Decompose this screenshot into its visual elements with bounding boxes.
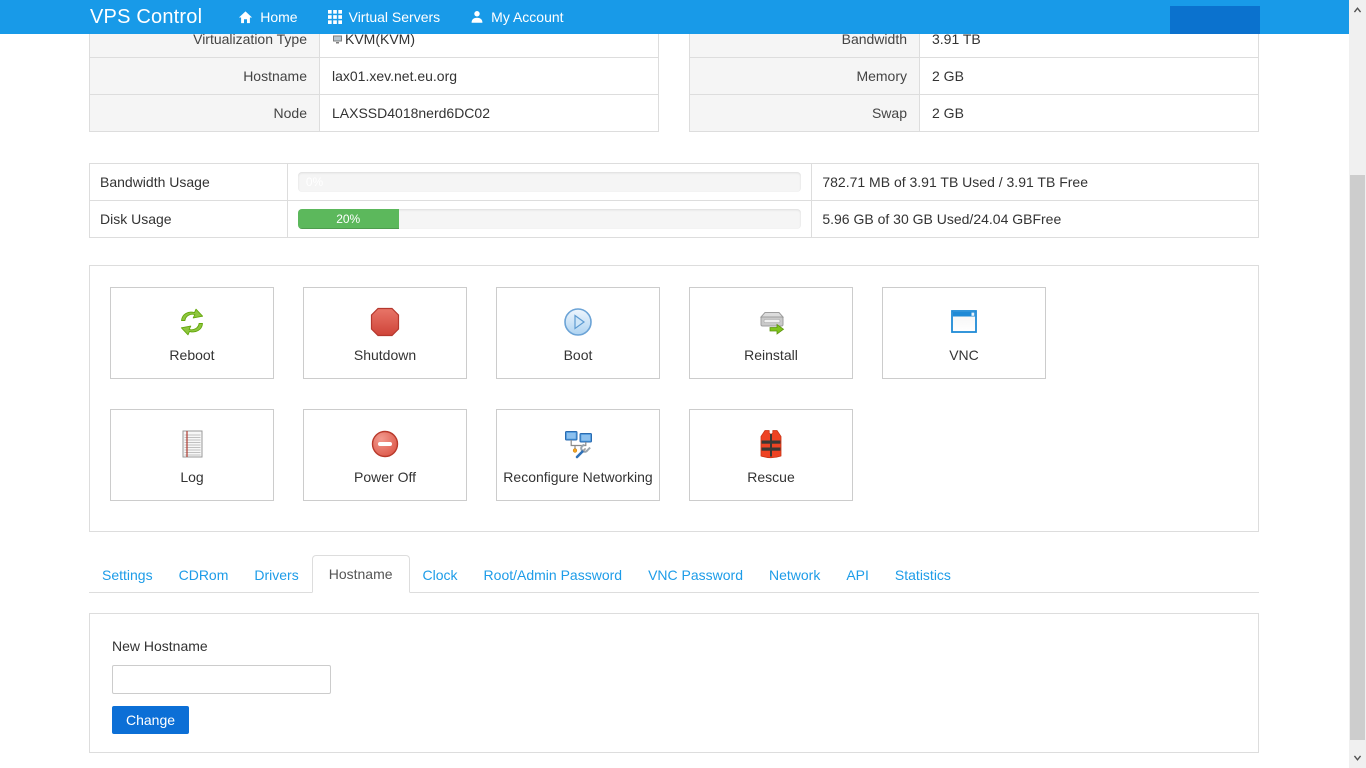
disk-usage-detail: 5.96 GB of 30 GB Used/24.04 GBFree <box>812 201 1259 238</box>
server-info-tables: Virtualization Type KVM(KVM) Hostname la… <box>89 20 1259 132</box>
tab-cdrom[interactable]: CDRom <box>166 557 242 593</box>
table-row: Hostname lax01.xev.net.eu.org <box>90 58 659 95</box>
navbar-button[interactable] <box>1170 6 1260 34</box>
bandwidth-usage-percent: 0% <box>306 172 323 192</box>
tab-vnc-password[interactable]: VNC Password <box>635 557 756 593</box>
reboot-icon <box>174 304 210 340</box>
reboot-button[interactable]: Reboot <box>110 287 274 379</box>
tab-root-admin-password[interactable]: Root/Admin Password <box>471 557 636 593</box>
nav-virtual-servers[interactable]: Virtual Servers <box>328 9 441 25</box>
power-off-button[interactable]: Power Off <box>303 409 467 501</box>
scroll-up-arrow[interactable] <box>1349 2 1366 19</box>
disk-usage-row: Disk Usage 20% 5.96 GB of 30 GB Used/24.… <box>90 201 1259 238</box>
nav-label: Home <box>260 9 297 25</box>
action-label: Reinstall <box>744 347 798 363</box>
bandwidth-usage-row: Bandwidth Usage 0% 782.71 MB of 3.91 TB … <box>90 164 1259 201</box>
tab-network[interactable]: Network <box>756 557 833 593</box>
disk-usage-label: Disk Usage <box>90 201 288 238</box>
nav-label: Virtual Servers <box>349 9 441 25</box>
shutdown-button[interactable]: Shutdown <box>303 287 467 379</box>
bandwidth-usage-detail: 782.71 MB of 3.91 TB Used / 3.91 TB Free <box>812 164 1259 201</box>
table-row: Memory 2 GB <box>690 58 1259 95</box>
rescue-button[interactable]: Rescue <box>689 409 853 501</box>
disk-usage-progressbar: 20% <box>298 209 801 229</box>
scrollbar-thumb[interactable] <box>1350 175 1365 740</box>
action-label: Power Off <box>354 469 416 485</box>
swap-label: Swap <box>690 95 920 132</box>
server-info-table-left: Virtualization Type KVM(KVM) Hostname la… <box>89 20 659 132</box>
log-button[interactable]: Log <box>110 409 274 501</box>
table-row: Node LAXSSD4018nerd6DC02 <box>90 95 659 132</box>
action-label: Reboot <box>169 347 214 363</box>
boot-icon <box>560 304 596 340</box>
power-off-icon <box>367 426 403 462</box>
network-icon <box>560 426 596 462</box>
hostname-label: Hostname <box>90 58 320 95</box>
hostname-form-panel: New Hostname Change <box>89 613 1259 753</box>
tab-clock[interactable]: Clock <box>410 557 471 593</box>
new-hostname-label: New Hostname <box>112 638 1236 654</box>
change-button[interactable]: Change <box>112 706 189 734</box>
new-hostname-input[interactable] <box>112 665 331 694</box>
tab-hostname[interactable]: Hostname <box>312 555 410 593</box>
reconfigure-networking-button[interactable]: Reconfigure Networking <box>496 409 660 501</box>
node-label: Node <box>90 95 320 132</box>
action-label: Log <box>180 469 203 485</box>
grid-icon <box>328 10 342 24</box>
action-label: Rescue <box>747 469 794 485</box>
actions-panel: Reboot Shutdown Boot <box>89 265 1259 532</box>
nav-home[interactable]: Home <box>238 9 297 25</box>
usage-panel: Bandwidth Usage 0% 782.71 MB of 3.91 TB … <box>89 163 1259 238</box>
brand-title: VPS Control <box>90 6 202 29</box>
vnc-button[interactable]: VNC <box>882 287 1046 379</box>
reinstall-icon <box>753 304 789 340</box>
action-label: Boot <box>564 347 593 363</box>
scroll-down-arrow[interactable] <box>1349 749 1366 766</box>
nav-my-account[interactable]: My Account <box>470 9 563 25</box>
user-icon <box>470 10 484 24</box>
page: Virtualization Type KVM(KVM) Hostname la… <box>0 0 1349 753</box>
reinstall-button[interactable]: Reinstall <box>689 287 853 379</box>
rescue-icon <box>753 426 789 462</box>
server-info-table-right: Bandwidth 3.91 TB Memory 2 GB Swap 2 GB <box>689 20 1259 132</box>
tab-statistics[interactable]: Statistics <box>882 557 964 593</box>
table-row: Swap 2 GB <box>690 95 1259 132</box>
node-value: LAXSSD4018nerd6DC02 <box>320 95 659 132</box>
memory-label: Memory <box>690 58 920 95</box>
disk-usage-percent: 20% <box>298 209 399 229</box>
tab-drivers[interactable]: Drivers <box>241 557 311 593</box>
tab-api[interactable]: API <box>833 557 882 593</box>
settings-tab-bar: Settings CDRom Drivers Hostname Clock Ro… <box>89 555 1259 593</box>
nav-label: My Account <box>491 9 563 25</box>
log-icon <box>174 426 210 462</box>
vertical-scrollbar[interactable] <box>1349 0 1366 768</box>
action-label: Shutdown <box>354 347 416 363</box>
action-label: VNC <box>949 347 979 363</box>
boot-button[interactable]: Boot <box>496 287 660 379</box>
action-label: Reconfigure Networking <box>503 469 652 485</box>
shutdown-icon <box>367 304 403 340</box>
home-icon <box>238 10 253 25</box>
memory-value: 2 GB <box>920 58 1259 95</box>
hostname-value: lax01.xev.net.eu.org <box>320 58 659 95</box>
vnc-icon <box>946 304 982 340</box>
tab-settings[interactable]: Settings <box>89 557 166 593</box>
swap-value: 2 GB <box>920 95 1259 132</box>
bandwidth-usage-progressbar: 0% <box>298 172 801 192</box>
bandwidth-usage-label: Bandwidth Usage <box>90 164 288 201</box>
top-navbar: VPS Control Home Virtual Servers My Acco… <box>0 0 1349 34</box>
